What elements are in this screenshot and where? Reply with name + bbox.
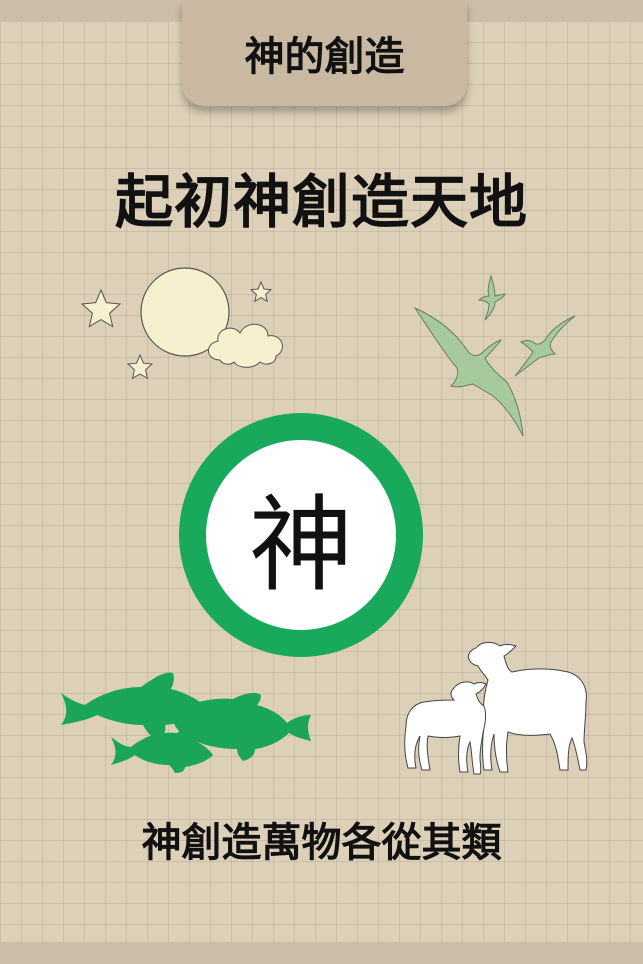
star-icon [249,280,273,303]
bird-icon [514,315,576,377]
bird-icon [413,306,524,437]
lambs-illustration [404,641,588,775]
star-icon [126,353,154,380]
sky-illustration [80,267,283,380]
bird-icon [477,274,506,321]
lamb-icon [467,641,588,773]
caption: 神創造萬物各從其類 [141,820,502,866]
center-ring: 神 [179,413,423,657]
birds-illustration [413,274,576,437]
center-disc: 神 [206,440,396,630]
headline: 起初神創造天地 [114,168,528,236]
title-tab-label: 神的創造 [244,34,405,80]
title-tab: 神的創造 [182,0,467,106]
fish-illustration [61,672,311,773]
bottom-edge-bar [0,942,643,964]
lamb-icon [404,681,487,775]
center-character: 神 [248,483,353,606]
star-icon [80,288,122,328]
